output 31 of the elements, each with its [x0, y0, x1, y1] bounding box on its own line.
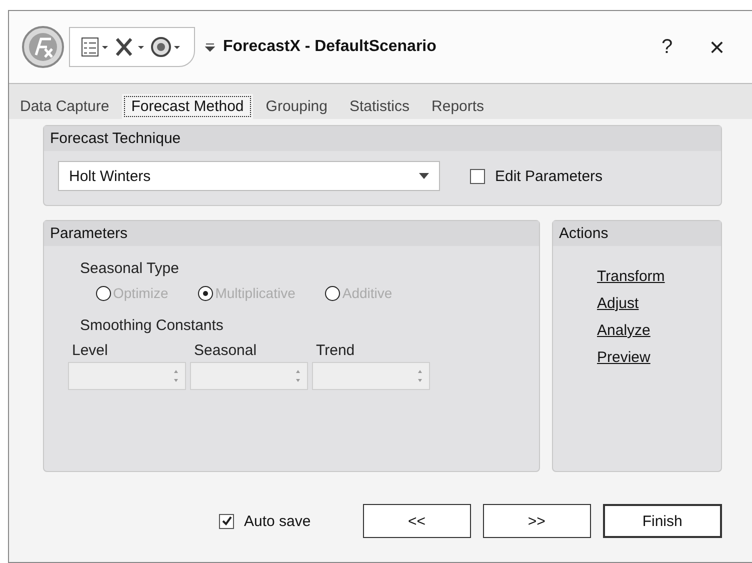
- action-link[interactable]: Adjust: [597, 295, 639, 312]
- tab[interactable]: Data Capture: [11, 94, 118, 119]
- action-link[interactable]: Transform: [597, 268, 665, 285]
- tab[interactable]: Grouping: [256, 94, 336, 119]
- panel-title: Forecast Technique: [44, 126, 721, 151]
- auto-save-checkbox[interactable]: Auto save: [219, 512, 311, 530]
- action-link[interactable]: Analyze: [597, 322, 650, 339]
- customize-caret-icon[interactable]: [205, 41, 215, 53]
- panel-title: Parameters: [44, 221, 539, 246]
- seasonal-type-label: Seasonal Type: [80, 260, 180, 277]
- tab[interactable]: Statistics: [340, 94, 419, 119]
- list-menu-icon[interactable]: [80, 36, 110, 58]
- tab[interactable]: Reports: [422, 94, 494, 119]
- close-button[interactable]: ×: [692, 30, 742, 64]
- wizard-button[interactable]: >>: [482, 504, 591, 538]
- constant-label: Level: [71, 342, 109, 359]
- constant-label: Trend: [315, 342, 356, 359]
- help-button[interactable]: ?: [642, 34, 692, 60]
- constant-label: Seasonal: [193, 342, 258, 359]
- action-link[interactable]: Preview: [597, 349, 650, 366]
- window-title: ForecastX - DefaultScenario: [223, 38, 438, 56]
- dropdown-arrow-icon: [419, 173, 429, 179]
- app-logo-icon[interactable]: [21, 25, 65, 69]
- tab[interactable]: Forecast Method: [122, 94, 253, 119]
- edit-parameters-checkbox[interactable]: Edit Parameters: [470, 168, 603, 184]
- technique-dropdown[interactable]: Holt Winters: [58, 161, 440, 191]
- wizard-button[interactable]: Finish: [602, 504, 722, 538]
- checkmark-icon: [220, 515, 232, 527]
- smoothing-constants-label: Smoothing Constants: [80, 317, 224, 334]
- panel-title: Actions: [553, 221, 721, 246]
- wizard-button[interactable]: <<: [362, 504, 471, 538]
